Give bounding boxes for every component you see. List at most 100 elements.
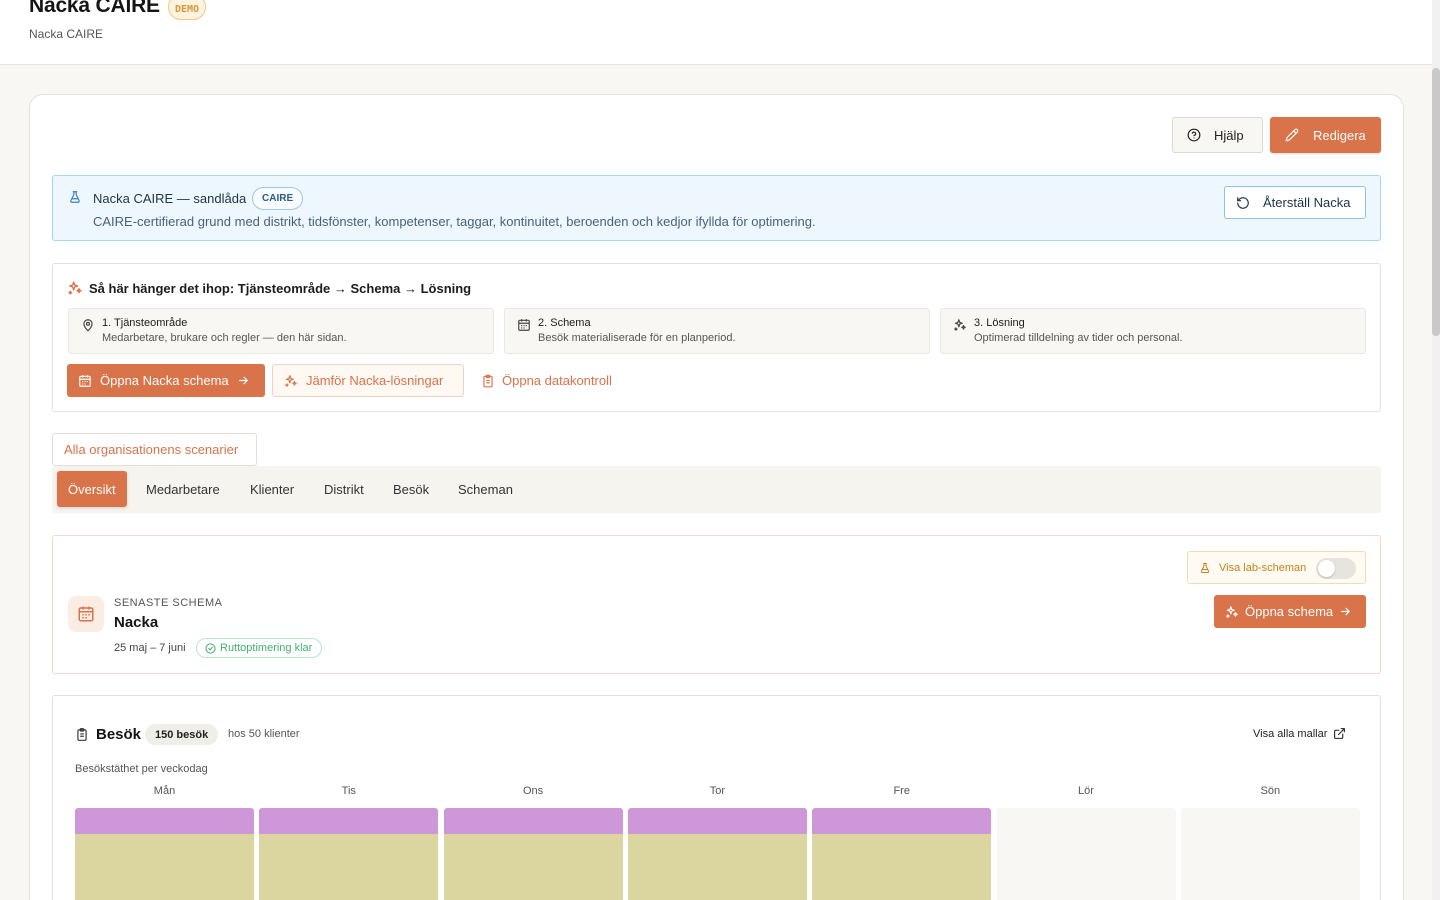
segment-bottom (627, 834, 807, 900)
lab-schedules-toggle[interactable]: Visa lab-scheman (1187, 551, 1366, 584)
flask-icon (1199, 561, 1211, 575)
visits-card: Besök 150 besök hos 50 klienter Visa all… (52, 695, 1381, 900)
step-description: Optimerad tilldelning av tider och perso… (974, 332, 1183, 344)
segment-bottom (443, 834, 623, 900)
weekday-bar[interactable] (996, 808, 1176, 900)
weekday-bar[interactable] (259, 808, 439, 900)
weekday-bar[interactable] (75, 808, 254, 900)
tab-overview[interactable]: Översikt (57, 471, 127, 507)
sparkles-icon (284, 374, 298, 388)
help-label: Hjälp (1214, 127, 1244, 143)
compare-solutions-label: Jämför Nacka-lösningar (306, 373, 444, 388)
segment-top (627, 808, 807, 834)
weekday-column: Tor (627, 784, 807, 900)
step-description: Medarbetare, brukare och regler — den hä… (102, 332, 347, 344)
sandbox-banner: Nacka CAIRE — sandlåda CAIRE CAIRE-certi… (52, 175, 1381, 241)
tab-staff[interactable]: Medarbetare (146, 471, 220, 507)
pencil-icon (1285, 128, 1299, 142)
reset-button[interactable]: Återställ Nacka (1224, 186, 1366, 219)
map-pin-icon (81, 318, 95, 332)
schedule-avatar (68, 596, 104, 632)
question-circle-icon (1187, 128, 1201, 142)
step-service-area: 1. Tjänsteområde Medarbetare, brukare oc… (68, 308, 494, 354)
weekday-label: Lör (1078, 785, 1094, 797)
toggle-knob (1318, 560, 1335, 577)
weekday-bar[interactable] (627, 808, 807, 900)
weekday-column: Lör (996, 784, 1176, 900)
segment-top (75, 808, 254, 834)
step-title: 3. Lösning (974, 317, 1025, 329)
help-button[interactable]: Hjälp (1172, 117, 1263, 153)
weekday-label: Sön (1260, 785, 1281, 797)
client-count: hos 50 klienter (228, 728, 300, 740)
latest-schedule-label: SENASTE SCHEMA (114, 597, 223, 609)
step-schedule: 2. Schema Besök materialiserade för en p… (504, 308, 930, 354)
reset-label: Återställ Nacka (1263, 195, 1351, 210)
rotate-icon (1236, 196, 1250, 210)
all-scenarios-button[interactable]: Alla organisationens scenarier (52, 433, 257, 466)
tab-districts[interactable]: Distrikt (324, 471, 364, 507)
scrollbar-thumb[interactable] (1432, 68, 1440, 336)
check-circle-icon (205, 642, 216, 654)
demo-badge: DEMO (168, 0, 207, 20)
compare-solutions-button[interactable]: Jämför Nacka-lösningar (272, 364, 464, 397)
visits-title: Besök (96, 726, 142, 743)
step-description: Besök materialiserade för en planperiod. (538, 332, 736, 344)
weekday-column: Mån (75, 784, 254, 900)
open-data-control-button[interactable]: Öppna datakontroll (481, 364, 612, 397)
open-nacka-schedule-label: Öppna Nacka schema (100, 373, 229, 388)
view-all-templates-label: Visa alla mallar (1253, 727, 1328, 740)
arrow-right-icon (237, 374, 250, 387)
weekday-label: Mån (153, 785, 176, 797)
segment-top (259, 808, 439, 834)
arrow-right-icon (1339, 605, 1352, 618)
edit-label: Redigera (1313, 127, 1366, 143)
weekday-column: Sön (1180, 784, 1360, 900)
page-subtitle: Nacka CAIRE (29, 27, 104, 41)
segment-bottom (259, 834, 439, 900)
toggle-switch[interactable] (1316, 558, 1356, 579)
edit-button[interactable]: Redigera (1270, 117, 1381, 153)
caire-badge: CAIRE (252, 187, 304, 210)
density-label: Besökstäthet per veckodag (75, 763, 208, 775)
lab-schedules-label: Visa lab-scheman (1219, 561, 1307, 574)
step-title: 1. Tjänsteområde (102, 317, 188, 329)
view-all-templates-link[interactable]: Visa alla mallar (1253, 727, 1346, 740)
status-badge: Ruttoptimering klar (196, 638, 323, 658)
sandbox-title: Nacka CAIRE — sandlåda (93, 191, 247, 206)
weekday-column: Fre (812, 784, 992, 900)
status-label: Ruttoptimering klar (220, 642, 313, 654)
how-it-works-title: Så här hänger det ihop: Tjänsteområde → … (89, 281, 472, 296)
top-bar: Nacka CAIRE DEMO Nacka CAIRE (0, 0, 1432, 65)
external-link-icon (1333, 727, 1346, 740)
step-solution: 3. Lösning Optimerad tilldelning av tide… (940, 308, 1366, 354)
segment-bottom (75, 834, 254, 900)
sparkles-icon (1225, 605, 1239, 619)
latest-schedule-name: Nacka (114, 614, 159, 631)
latest-schedule-card: Visa lab-scheman SENASTE SCHEMA Nacka 25… (52, 535, 1381, 674)
weekday-label: Tor (709, 785, 726, 797)
tab-clients[interactable]: Klienter (250, 471, 294, 507)
sparkles-icon (67, 280, 83, 296)
open-schedule-label: Öppna schema (1245, 604, 1334, 619)
tab-schedules[interactable]: Scheman (458, 471, 513, 507)
open-data-control-label: Öppna datakontroll (502, 373, 612, 388)
visit-count-badge: 150 besök (145, 724, 219, 745)
weekday-label: Fre (893, 785, 910, 797)
scrollbar[interactable] (1432, 0, 1440, 900)
tab-visits[interactable]: Besök (393, 471, 429, 507)
flask-icon (68, 189, 82, 205)
open-nacka-schedule-button[interactable]: Öppna Nacka schema (67, 364, 265, 397)
tab-bar: Översikt Medarbetare Klienter Distrikt B… (52, 466, 1381, 513)
calendar-icon (78, 374, 92, 388)
open-schedule-button[interactable]: Öppna schema (1214, 595, 1366, 628)
weekday-bar[interactable] (1180, 808, 1360, 900)
segment-top (812, 808, 992, 834)
clipboard-icon (481, 374, 495, 388)
sandbox-description: CAIRE-certifierad grund med distrikt, ti… (93, 214, 816, 229)
how-it-works-card: Så här hänger det ihop: Tjänsteområde → … (52, 263, 1381, 412)
weekday-bar[interactable] (812, 808, 992, 900)
segment-top (443, 808, 623, 834)
weekday-bar[interactable] (443, 808, 623, 900)
page-title: Nacka CAIRE (29, 0, 160, 17)
